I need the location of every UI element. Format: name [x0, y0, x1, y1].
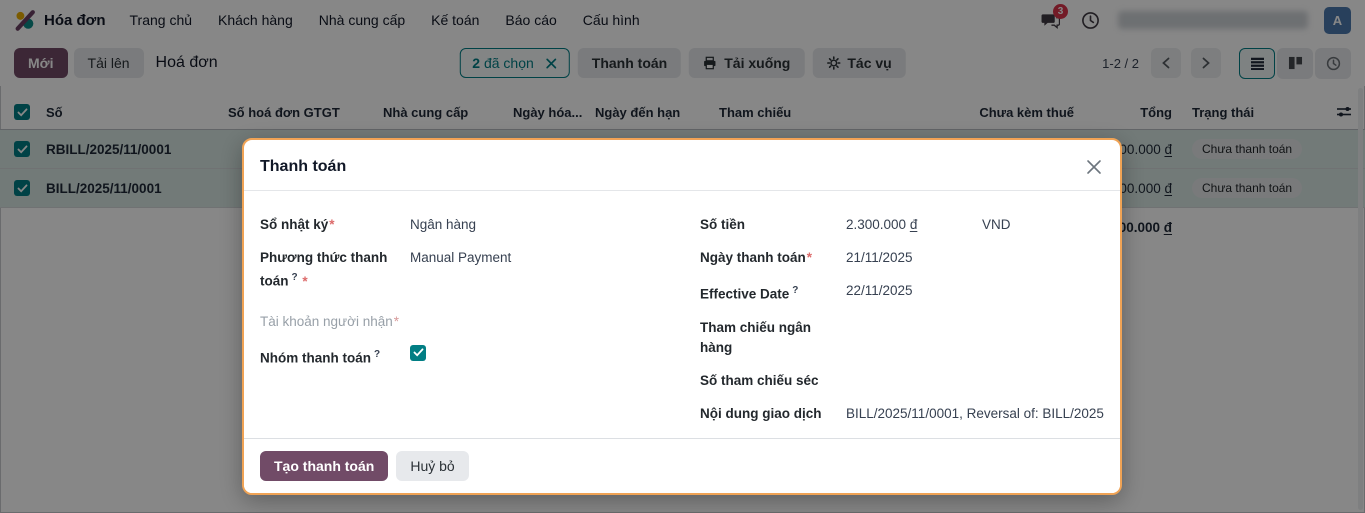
amount-input[interactable]: 2.300.000 đ: [846, 215, 982, 235]
effective-date-input[interactable]: 22/11/2025: [846, 281, 913, 301]
currency-select[interactable]: VND: [982, 215, 1011, 235]
field-journal: Sổ nhật ký* Ngân hàng: [260, 215, 668, 235]
field-group-payments: Nhóm thanh toán?: [260, 345, 668, 369]
field-recipient-account: Tài khoản người nhận*: [260, 312, 668, 332]
dialog-body: Sổ nhật ký* Ngân hàng Phương thức thanh …: [244, 191, 1120, 438]
create-payment-button[interactable]: Tạo thanh toán: [260, 451, 388, 481]
dialog-title: Thanh toán: [260, 158, 346, 176]
payment-method-select[interactable]: Manual Payment: [410, 248, 511, 268]
payment-date-input[interactable]: 21/11/2025: [846, 248, 913, 268]
field-amount: Số tiền 2.300.000 đ VND: [700, 215, 1104, 235]
dialog-footer: Tạo thanh toán Huỷ bỏ: [244, 438, 1120, 493]
register-payment-dialog: Thanh toán Sổ nhật ký* Ngân hàng Phương …: [242, 138, 1122, 495]
dialog-header: Thanh toán: [244, 140, 1120, 191]
field-memo: Nội dung giao dịch BILL/2025/11/0001, Re…: [700, 404, 1104, 424]
close-icon[interactable]: [1084, 157, 1104, 177]
dialog-right-column: Số tiền 2.300.000 đ VND Ngày thanh toán*…: [700, 215, 1104, 438]
dialog-left-column: Sổ nhật ký* Ngân hàng Phương thức thanh …: [260, 215, 668, 438]
field-bank-reference: Tham chiếu ngân hàng: [700, 318, 1104, 358]
field-payment-date: Ngày thanh toán* 21/11/2025: [700, 248, 1104, 268]
field-check-reference: Số tham chiếu séc: [700, 371, 1104, 391]
field-effective-date: Effective Date? 22/11/2025: [700, 281, 1104, 305]
journal-select[interactable]: Ngân hàng: [410, 215, 476, 235]
memo-input[interactable]: BILL/2025/11/0001, Reversal of: BILL/202…: [846, 404, 1104, 424]
group-payments-checkbox[interactable]: [410, 345, 426, 361]
field-payment-method: Phương thức thanh toán? * Manual Payment: [260, 248, 668, 292]
cancel-button[interactable]: Huỷ bỏ: [396, 451, 468, 481]
